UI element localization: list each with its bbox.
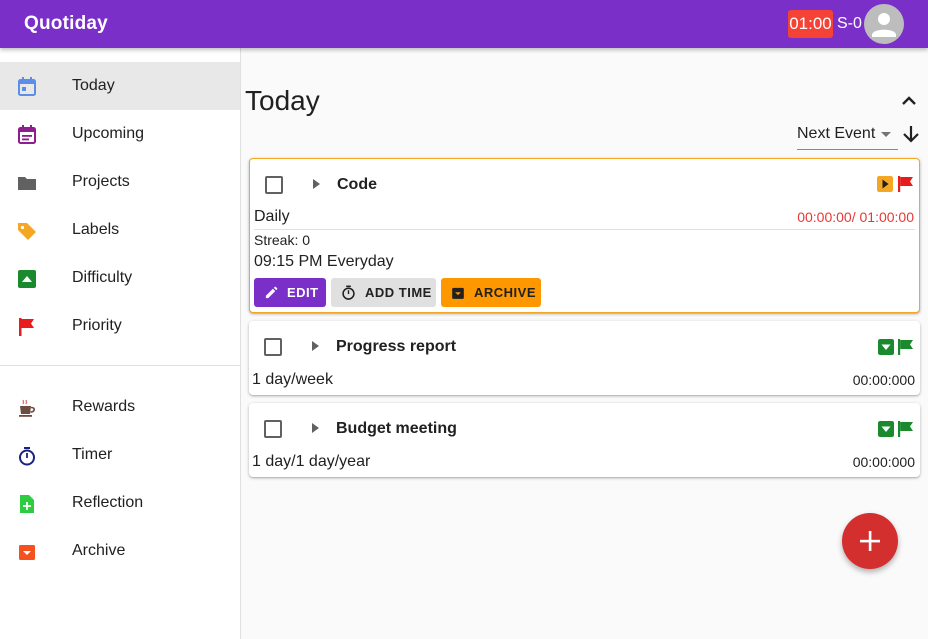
add-time-button-label: ADD TIME xyxy=(365,285,432,300)
difficulty-icon xyxy=(18,270,36,288)
sidebar-item-label: Projects xyxy=(72,173,130,190)
task-name: Progress report xyxy=(336,338,457,355)
priority-flag-icon[interactable] xyxy=(897,420,915,438)
edit-button[interactable]: EDIT xyxy=(254,278,326,307)
folder-icon xyxy=(18,177,36,190)
sidebar-item-label: Reflection xyxy=(72,494,144,511)
sidebar: Today Upcoming Projects Labels Difficult… xyxy=(0,48,241,639)
task-name: Code xyxy=(337,176,377,193)
timer-icon xyxy=(19,447,35,466)
archive-icon xyxy=(19,545,35,560)
timer-icon xyxy=(342,285,355,300)
task-card[interactable]: Budget meeting 1 day/1 day/year 00:00:00… xyxy=(249,403,920,477)
sidebar-item-label: Upcoming xyxy=(72,125,145,142)
tag-icon xyxy=(18,223,36,240)
task-card[interactable]: Progress report 1 day/week 00:00:000 xyxy=(249,321,920,395)
sidebar-item-labels[interactable]: Labels xyxy=(0,206,240,254)
task-streak: Streak: 0 xyxy=(254,232,311,248)
sidebar-item-label: Archive xyxy=(72,542,126,559)
chevron-up-icon[interactable] xyxy=(897,89,921,113)
archive-button-label: ARCHIVE xyxy=(474,285,537,300)
sidebar-item-label: Today xyxy=(72,77,115,94)
card-divider xyxy=(254,229,915,230)
difficulty-icon[interactable] xyxy=(877,176,893,192)
task-frequency: 1 day/1 day/year xyxy=(252,453,371,470)
sidebar-item-rewards[interactable]: Rewards xyxy=(0,383,240,431)
task-frequency: Daily xyxy=(254,208,290,225)
task-schedule: 09:15 PM Everyday xyxy=(254,253,394,270)
app-title[interactable]: Quotiday xyxy=(24,13,108,35)
archive-icon xyxy=(452,287,464,299)
task-time: 00:00:000 xyxy=(852,454,915,470)
sidebar-item-reflection[interactable]: Reflection xyxy=(0,479,240,527)
sidebar-item-today[interactable]: Today xyxy=(0,62,240,110)
task-name: Budget meeting xyxy=(336,420,457,437)
sidebar-divider xyxy=(0,365,240,366)
coffee-icon xyxy=(19,399,35,417)
sidebar-item-label: Labels xyxy=(72,221,120,238)
priority-flag-icon[interactable] xyxy=(897,175,915,193)
add-task-button[interactable] xyxy=(842,513,898,569)
pencil-icon xyxy=(265,286,278,299)
archive-button[interactable]: ARCHIVE xyxy=(441,278,541,307)
task-checkbox[interactable] xyxy=(265,176,283,194)
task-card[interactable]: Code Daily 00:00:00/ 01:00:00 Streak: 0 … xyxy=(249,158,920,313)
streak-badge: S-0 xyxy=(837,15,862,32)
timer-badge[interactable]: 01:00 xyxy=(788,10,833,38)
sidebar-item-timer[interactable]: Timer xyxy=(0,431,240,479)
sidebar-item-label: Timer xyxy=(72,446,113,463)
task-time: 00:00:000 xyxy=(852,372,915,388)
difficulty-icon[interactable] xyxy=(878,339,894,355)
difficulty-icon[interactable] xyxy=(878,421,894,437)
add-time-button[interactable]: ADD TIME xyxy=(331,278,436,307)
calendar-today-icon xyxy=(18,77,36,96)
calendar-month-icon xyxy=(18,125,36,144)
task-time: 00:00:00/ 01:00:00 xyxy=(797,209,914,225)
sidebar-item-label: Rewards xyxy=(72,398,136,415)
expand-arrow-icon[interactable] xyxy=(312,423,319,433)
plus-icon xyxy=(860,531,880,551)
sidebar-item-priority[interactable]: Priority xyxy=(0,302,240,350)
sidebar-item-label: Difficulty xyxy=(72,269,133,286)
sort-select[interactable]: Next Event xyxy=(797,120,898,150)
expand-arrow-icon[interactable] xyxy=(313,179,320,189)
page-title: Today xyxy=(245,85,320,116)
sidebar-item-label: Priority xyxy=(72,317,122,334)
account-icon xyxy=(872,13,896,37)
task-frequency: 1 day/week xyxy=(252,371,333,388)
priority-flag-icon[interactable] xyxy=(897,338,915,356)
avatar[interactable] xyxy=(864,4,904,44)
note-add-icon xyxy=(20,495,34,513)
expand-arrow-icon[interactable] xyxy=(312,341,319,351)
task-checkbox[interactable] xyxy=(264,338,282,356)
sidebar-item-projects[interactable]: Projects xyxy=(0,158,240,206)
flag-icon xyxy=(19,318,34,336)
sidebar-item-difficulty[interactable]: Difficulty xyxy=(0,254,240,302)
sidebar-item-upcoming[interactable]: Upcoming xyxy=(0,110,240,158)
app-bar: Quotiday 01:00 S-0 xyxy=(0,0,928,48)
sort-select-value: Next Event xyxy=(797,125,876,142)
arrow-down-icon[interactable] xyxy=(899,122,923,146)
sidebar-item-archive[interactable]: Archive xyxy=(0,527,240,575)
task-checkbox[interactable] xyxy=(264,420,282,438)
caret-down-icon xyxy=(881,132,891,137)
edit-button-label: EDIT xyxy=(287,285,319,300)
